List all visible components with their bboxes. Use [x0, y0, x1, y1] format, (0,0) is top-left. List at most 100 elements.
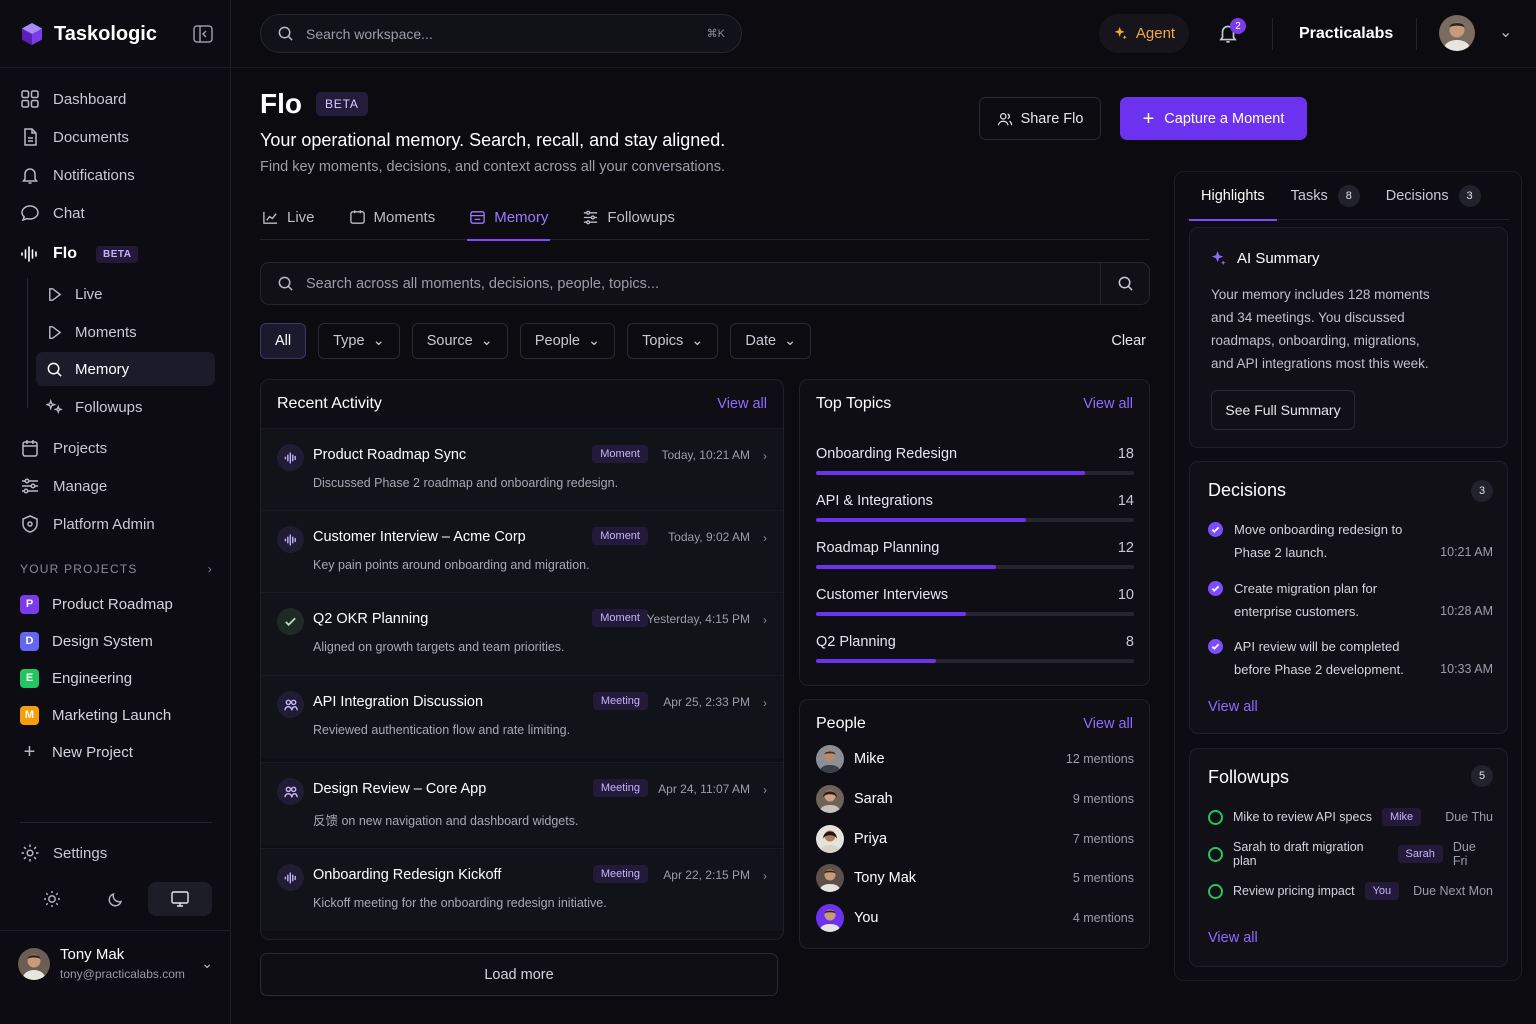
- followup-text: Mike to review API specs: [1233, 810, 1372, 824]
- tab-memory[interactable]: Memory: [467, 195, 551, 241]
- person-mentions: 5 mentions: [1072, 871, 1134, 885]
- tab-live[interactable]: Live: [260, 195, 317, 240]
- nav-chat[interactable]: Chat: [20, 196, 215, 230]
- topic-row[interactable]: Roadmap Planning 12: [816, 540, 1134, 576]
- activity-time: Yesterday, 4:15 PM: [646, 612, 750, 626]
- activity-item[interactable]: Onboarding Redesign Kickoff Meeting Apr …: [261, 848, 783, 931]
- sub-nav-live[interactable]: Live: [36, 277, 215, 311]
- followup-item[interactable]: Sarah to draft migration plan Sarah Due …: [1208, 840, 1493, 868]
- nav-documents[interactable]: Documents: [20, 120, 215, 154]
- project-item[interactable]: M Marketing Launch: [20, 703, 171, 727]
- followup-item[interactable]: Review pricing impact You Due Next Mon: [1208, 880, 1493, 902]
- monitor-icon: [171, 891, 189, 907]
- sub-nav-label: Memory: [75, 360, 130, 378]
- divider: [0, 67, 231, 68]
- chevron-right-icon: ›: [763, 613, 767, 627]
- search-submit-button[interactable]: [1100, 263, 1149, 304]
- card-header: Recent Activity View all: [261, 380, 783, 428]
- settings-button[interactable]: Settings: [20, 836, 215, 870]
- workspace-search-input[interactable]: Search workspace... ⌘K: [260, 14, 742, 53]
- topic-row[interactable]: Q2 Planning 8: [816, 634, 1134, 670]
- person-row[interactable]: Tony Mak 5 mentions: [816, 863, 1134, 893]
- person-row[interactable]: You 4 mentions: [816, 903, 1134, 933]
- tab-followups[interactable]: Followups: [580, 195, 677, 240]
- view-all-link[interactable]: View all: [1083, 396, 1133, 412]
- chevron-down-icon[interactable]: ⌄: [201, 955, 213, 972]
- organization-name[interactable]: Practicalabs: [1299, 25, 1393, 43]
- nav-platform-admin[interactable]: Platform Admin: [20, 507, 215, 541]
- summary-line: and 34 meetings. You discussed: [1211, 310, 1405, 325]
- filter-source[interactable]: Source ⌄: [411, 323, 508, 359]
- chevron-down-icon[interactable]: ⌄: [1499, 22, 1512, 42]
- activity-item[interactable]: Product Roadmap Sync Moment Today, 10:21…: [261, 428, 783, 511]
- tab-highlights[interactable]: Highlights: [1189, 172, 1277, 221]
- circle-checkbox[interactable]: [1208, 809, 1223, 825]
- memory-search-input[interactable]: Search across all moments, decisions, pe…: [260, 262, 1150, 305]
- load-more-button[interactable]: Load more: [260, 953, 778, 996]
- tab-tasks[interactable]: Tasks 8: [1291, 172, 1360, 220]
- notification-count-badge: 2: [1230, 18, 1246, 34]
- nav-dashboard[interactable]: Dashboard: [20, 82, 215, 116]
- collapse-sidebar-icon[interactable]: [193, 25, 213, 43]
- projects-header[interactable]: YOUR PROJECTS ›: [20, 562, 213, 576]
- project-item[interactable]: P Product Roadmap: [20, 592, 173, 616]
- notifications-button[interactable]: 2: [1217, 18, 1246, 46]
- view-all-link[interactable]: View all: [1083, 716, 1133, 732]
- tab-moments[interactable]: Moments: [347, 195, 438, 240]
- filter-type[interactable]: Type ⌄: [318, 323, 400, 359]
- share-flo-button[interactable]: Share Flo: [979, 97, 1101, 140]
- person-row[interactable]: Mike 12 mentions: [816, 744, 1134, 774]
- sub-nav-followups[interactable]: Followups: [36, 390, 215, 424]
- activity-item[interactable]: Q2 OKR Planning Moment Yesterday, 4:15 P…: [261, 592, 783, 675]
- circle-checkbox[interactable]: [1208, 883, 1223, 899]
- sub-nav-moments[interactable]: Moments: [36, 315, 215, 349]
- clear-filters-button[interactable]: Clear: [1111, 323, 1150, 359]
- activity-item[interactable]: Customer Interview – Acme Corp Moment To…: [261, 510, 783, 593]
- see-full-summary-button[interactable]: See Full Summary: [1211, 390, 1355, 430]
- view-all-link[interactable]: View all: [1208, 699, 1258, 715]
- project-item[interactable]: D Design System: [20, 629, 153, 653]
- sliders-icon: [22, 478, 38, 494]
- activity-item[interactable]: Design Review – Core App Meeting Apr 24,…: [261, 762, 783, 845]
- agent-button[interactable]: Agent: [1099, 14, 1189, 53]
- user-menu[interactable]: Tony Mak tony@practicalabs.com ⌄: [18, 946, 213, 981]
- topic-count: 12: [1117, 540, 1134, 556]
- topic-row[interactable]: Onboarding Redesign 18: [816, 446, 1134, 482]
- nav-label: Documents: [53, 128, 129, 146]
- project-item[interactable]: E Engineering: [20, 666, 132, 690]
- page-title-row: Flo BETA: [260, 88, 368, 120]
- circle-checkbox[interactable]: [1208, 846, 1223, 862]
- filter-date[interactable]: Date ⌄: [730, 323, 812, 359]
- sub-nav-memory[interactable]: Memory: [36, 352, 215, 386]
- nav-notifications[interactable]: Notifications: [20, 158, 215, 192]
- activity-item[interactable]: API Integration Discussion Meeting Apr 2…: [261, 675, 783, 758]
- avatar[interactable]: [1439, 15, 1475, 51]
- filter-people[interactable]: People ⌄: [519, 323, 616, 359]
- system-theme-button[interactable]: [148, 882, 212, 916]
- filter-all[interactable]: All: [260, 323, 307, 359]
- chevron-right-icon[interactable]: ›: [208, 562, 213, 576]
- person-row[interactable]: Sarah 9 mentions: [816, 784, 1134, 814]
- nav-manage[interactable]: Manage: [20, 469, 215, 503]
- followup-item[interactable]: Mike to review API specs Mike Due Thu: [1208, 806, 1493, 828]
- nav-projects[interactable]: Projects: [20, 431, 215, 465]
- light-theme-button[interactable]: [20, 882, 84, 916]
- plus-icon: +: [1142, 107, 1155, 130]
- topic-row[interactable]: Customer Interviews 10: [816, 587, 1134, 623]
- brand[interactable]: Taskologic: [20, 22, 157, 46]
- nav-flo[interactable]: Flo BETA: [20, 237, 215, 271]
- waveform-icon: [277, 526, 304, 553]
- capture-moment-button[interactable]: + Capture a Moment: [1120, 97, 1307, 140]
- card-title: Top Topics: [816, 395, 892, 412]
- topic-label: API & Integrations: [816, 493, 933, 509]
- topic-row[interactable]: API & Integrations 14: [816, 493, 1134, 529]
- avatar: [816, 864, 844, 892]
- view-all-link[interactable]: View all: [717, 396, 767, 412]
- tab-decisions[interactable]: Decisions 3: [1386, 172, 1481, 220]
- filter-topics[interactable]: Topics ⌄: [627, 323, 719, 359]
- dark-theme-button[interactable]: [84, 882, 148, 916]
- chevron-right-icon: ›: [763, 869, 767, 883]
- view-all-link[interactable]: View all: [1208, 930, 1258, 946]
- new-project-button[interactable]: + New Project: [20, 740, 133, 764]
- person-row[interactable]: Priya 7 mentions: [816, 824, 1134, 854]
